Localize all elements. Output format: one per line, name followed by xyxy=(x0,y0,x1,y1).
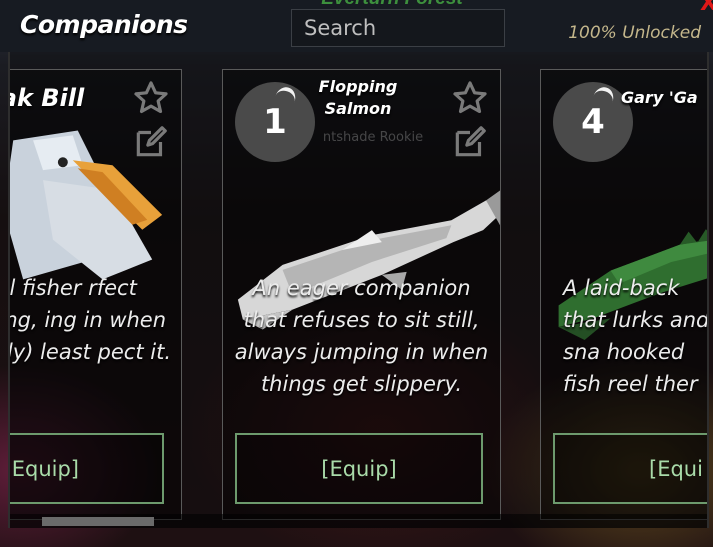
companion-description: A laid-back that lurks and sna hooked fi… xyxy=(563,276,709,396)
companion-card[interactable]: ntshade Rookie 1 Flopping Salmon An eage… xyxy=(222,69,501,520)
favorite-button[interactable] xyxy=(450,78,490,118)
companion-card[interactable]: 4 Gary 'Ga A laid-back that lurks and sn… xyxy=(540,69,709,520)
companion-list[interactable]: ak Bill chful fisher rfect timing, ing i… xyxy=(8,52,709,528)
equip-button[interactable]: [Equip] xyxy=(235,433,483,504)
edit-pencil-icon xyxy=(136,126,167,157)
star-outline-icon xyxy=(134,81,168,114)
horizontal-scrollbar[interactable] xyxy=(10,514,707,528)
unlocked-percentage: 100% Unlocked xyxy=(568,23,701,43)
page-title: Companions xyxy=(20,10,188,39)
scrollbar-thumb[interactable] xyxy=(42,517,154,526)
background-rank-text: ntshade Rookie xyxy=(322,130,424,145)
star-outline-icon xyxy=(453,81,487,114)
favorite-button[interactable] xyxy=(131,78,171,118)
equip-button[interactable]: [Equi xyxy=(553,433,707,504)
companion-name: Gary 'Ga xyxy=(621,88,698,107)
rename-button[interactable] xyxy=(131,122,171,162)
rename-button[interactable] xyxy=(450,122,490,162)
equip-button[interactable]: [Equip] xyxy=(10,433,164,504)
companion-description: An eager companion that refuses to sit s… xyxy=(234,276,489,396)
companion-card[interactable]: ak Bill chful fisher rfect timing, ing i… xyxy=(9,69,182,520)
edit-pencil-icon xyxy=(455,126,486,157)
close-button[interactable]: X xyxy=(700,0,713,16)
companions-header: Everturn Forest Companions 100% Unlocked… xyxy=(0,0,713,52)
companion-name: Flopping Salmon xyxy=(318,77,398,118)
companion-description: chful fisher rfect timing, ing in when s… xyxy=(9,276,172,364)
search-input[interactable] xyxy=(291,9,505,47)
